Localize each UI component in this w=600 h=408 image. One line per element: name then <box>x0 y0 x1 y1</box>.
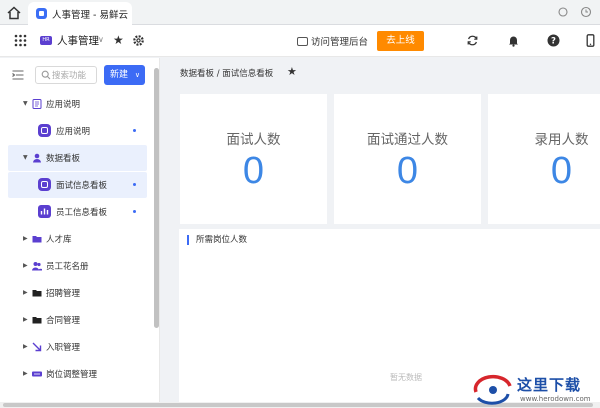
stat-card-interviews: 面试人数 0 <box>180 94 327 224</box>
watermark-text: 这里下载 <box>517 376 582 394</box>
tab-title: 人事管理 - 易鲜云 <box>52 10 128 21</box>
caret-right-icon: ▶ <box>23 343 28 350</box>
sidebar-group-contract[interactable]: ▶ 合同管理 <box>8 307 147 333</box>
stat-card-label: 面试人数 <box>226 132 281 148</box>
mobile-icon[interactable] <box>584 34 597 47</box>
app-icon <box>38 124 51 137</box>
sidebar-group-onboarding[interactable]: ▶ 入职管理 <box>8 334 147 360</box>
chevron-down-icon[interactable]: ∨ <box>98 35 104 44</box>
sidebar-item-employee-dashboard[interactable]: 员工信息看板 <box>8 199 147 225</box>
status-dot <box>133 183 136 186</box>
empty-state-text: 暂无数据 <box>390 373 422 382</box>
sidebar-group-position-change[interactable]: ▶ 岗位调整管理 <box>8 361 147 387</box>
folder-icon <box>32 236 42 243</box>
sidebar: 新建∨ ▼ 应用说明 应用说明 ▼ 数据看板 面试信息看板 员工信息 <box>0 58 160 408</box>
watermark-url: www.herodown.com <box>520 395 591 403</box>
sidebar-item-app-intro[interactable]: 应用说明 <box>8 118 147 144</box>
caret-down-icon: ▼ <box>23 100 28 107</box>
sidebar-scrollbar[interactable] <box>154 68 159 328</box>
new-button[interactable]: 新建 ∨ <box>104 65 145 85</box>
gear-icon[interactable] <box>132 34 145 47</box>
stat-card-label: 录用人数 <box>534 132 589 148</box>
sync-icon[interactable] <box>466 34 479 47</box>
sidebar-item-label: 岗位调整管理 <box>46 370 98 380</box>
sidebar-item-label: 人才库 <box>46 235 72 245</box>
chevron-down-icon: ∨ <box>134 71 140 79</box>
search-input[interactable] <box>52 69 96 82</box>
arrow-icon <box>32 342 42 352</box>
browser-tab[interactable]: 人事管理 - 易鲜云 <box>28 2 132 25</box>
sidebar-item-interview-dashboard[interactable]: 面试信息看板 <box>8 172 147 198</box>
switch-icon <box>297 37 308 46</box>
help-icon[interactable]: ? <box>547 34 560 47</box>
stat-card-value: 0 <box>242 150 265 192</box>
app-header: HR 人事管理 ∨ ★ 访问管理后台 去上线 ? <box>0 25 600 57</box>
sidebar-item-label: 员工信息看板 <box>56 208 108 218</box>
favorite-star-icon[interactable]: ★ <box>113 33 124 47</box>
menu-collapse-icon[interactable] <box>11 68 25 82</box>
menu-search-box[interactable] <box>35 66 97 84</box>
status-dot <box>133 210 136 213</box>
sidebar-group-app-intro[interactable]: ▼ 应用说明 <box>8 91 147 117</box>
caret-down-icon: ▼ <box>23 154 28 161</box>
stat-card-value: 0 <box>550 150 573 192</box>
sidebar-item-label: 招聘管理 <box>46 289 81 299</box>
svg-text:?: ? <box>551 37 556 47</box>
sidebar-item-label: 数据看板 <box>46 154 81 164</box>
folder-icon <box>32 317 42 324</box>
panel-title: 所需岗位人数 <box>187 235 247 245</box>
home-icon[interactable] <box>6 5 22 21</box>
app-icon <box>38 178 51 191</box>
sidebar-item-label: 入职管理 <box>46 343 81 353</box>
bell-icon[interactable] <box>507 34 520 47</box>
caret-right-icon: ▶ <box>23 289 28 296</box>
sidebar-group-employee-roster[interactable]: ▶ 员工花名册 <box>8 253 147 279</box>
sidebar-item-label: 面试信息看板 <box>56 181 108 191</box>
stat-card-value: 0 <box>396 150 419 192</box>
sidebar-item-label: 合同管理 <box>46 316 81 326</box>
sidebar-group-talent-pool[interactable]: ▶ 人才库 <box>8 226 147 252</box>
chart-icon <box>38 205 51 218</box>
app-favicon-icon <box>36 8 47 19</box>
sidebar-item-label: 应用说明 <box>56 127 91 137</box>
sidebar-group-dashboard[interactable]: ▼ 数据看板 <box>8 145 147 171</box>
sidebar-group-recruitment[interactable]: ▶ 招聘管理 <box>8 280 147 306</box>
app-name[interactable]: 人事管理 <box>57 33 99 48</box>
admin-console-link[interactable]: 访问管理后台 <box>297 34 368 48</box>
refresh-circle-icon[interactable] <box>557 6 569 18</box>
hr-app-logo-icon: HR <box>40 36 52 45</box>
folder-icon <box>32 290 42 297</box>
new-button-label: 新建 <box>110 70 129 80</box>
sidebar-item-label: 应用说明 <box>46 100 81 110</box>
status-dot <box>133 129 136 132</box>
user-icon <box>33 153 41 163</box>
tag-icon <box>32 371 42 377</box>
favorite-star-icon[interactable]: ★ <box>287 65 297 78</box>
go-live-button[interactable]: 去上线 <box>377 31 424 51</box>
doc-icon <box>32 99 42 109</box>
users-icon <box>32 262 42 271</box>
search-icon <box>41 70 51 80</box>
stat-card-hired: 录用人数 0 <box>488 94 600 224</box>
stat-card-interview-passed: 面试通过人数 0 <box>334 94 481 224</box>
caret-right-icon: ▶ <box>23 316 28 323</box>
watermark-logo-icon <box>473 374 512 405</box>
caret-right-icon: ▶ <box>23 370 28 377</box>
browser-tab-bar: 人事管理 - 易鲜云 <box>0 0 600 25</box>
admin-link-label: 访问管理后台 <box>311 37 369 48</box>
caret-right-icon: ▶ <box>23 235 28 242</box>
breadcrumb: 数据看板 / 面试信息看板 <box>180 69 274 79</box>
caret-right-icon: ▶ <box>23 262 28 269</box>
history-icon[interactable] <box>580 6 592 18</box>
apps-grid-icon[interactable] <box>14 34 27 47</box>
sidebar-item-label: 员工花名册 <box>46 262 89 272</box>
stat-card-label: 面试通过人数 <box>367 132 448 148</box>
watermark: 这里下载 www.herodown.com <box>470 368 600 408</box>
